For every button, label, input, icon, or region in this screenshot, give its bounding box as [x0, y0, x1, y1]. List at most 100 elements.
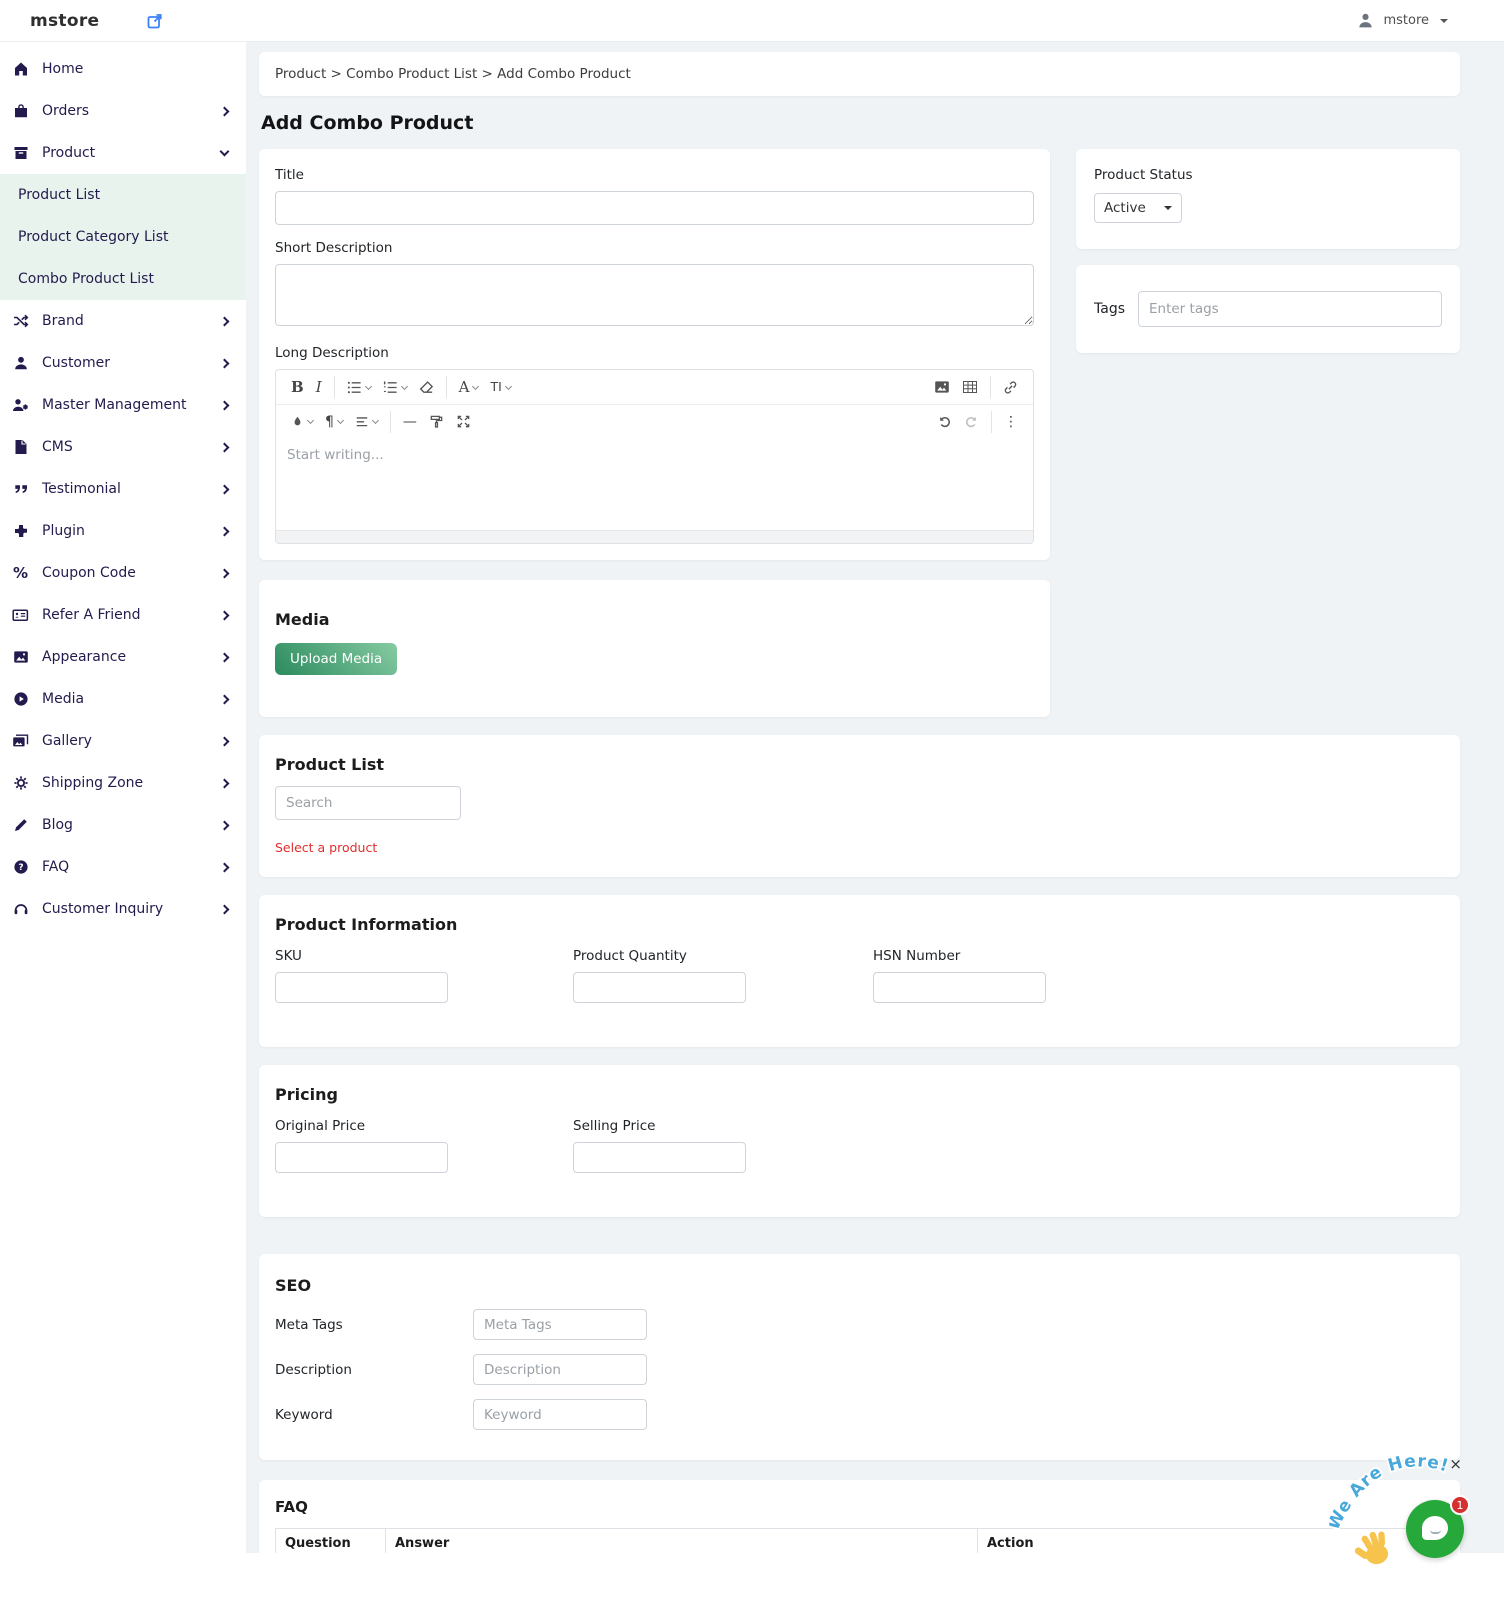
sidebar-item-master-management[interactable]: Master Management: [0, 384, 246, 426]
chat-launcher-button[interactable]: 1: [1406, 1500, 1464, 1558]
eraser-button[interactable]: [413, 376, 440, 399]
upload-media-button[interactable]: Upload Media: [275, 643, 397, 675]
original-price-input[interactable]: [275, 1142, 448, 1173]
short-description-textarea[interactable]: [275, 264, 1034, 326]
user-icon: [1357, 12, 1374, 29]
redo-button[interactable]: [958, 410, 985, 433]
sidebar-item-cms[interactable]: CMS: [0, 426, 246, 468]
pencil-icon: [12, 817, 29, 834]
horizontal-rule-button[interactable]: —: [397, 411, 423, 433]
insert-link-button[interactable]: [997, 376, 1024, 399]
question-circle-icon: ?: [12, 859, 29, 876]
sidebar-item-gallery[interactable]: Gallery: [0, 720, 246, 762]
chevron-down-icon: [472, 382, 479, 389]
plugin-puzzle-icon: [12, 523, 29, 540]
chevron-right-icon: [220, 106, 230, 116]
sidebar-item-appearance[interactable]: Appearance: [0, 636, 246, 678]
percent-icon: %: [12, 565, 29, 582]
sidebar-item-product-category-list[interactable]: Product Category List: [0, 216, 246, 258]
user-menu[interactable]: mstore: [1357, 12, 1448, 29]
meta-tags-input[interactable]: [473, 1309, 647, 1340]
sidebar-item-combo-product-list[interactable]: Combo Product List: [0, 258, 246, 300]
text-color-droplet-button[interactable]: [285, 411, 319, 433]
testimonial-quote-icon: [12, 481, 29, 498]
long-description-label: Long Description: [275, 345, 1034, 361]
italic-button[interactable]: I: [310, 376, 328, 399]
sidebar-item-testimonial[interactable]: Testimonial: [0, 468, 246, 510]
faq-table: Question Answer Action: [275, 1528, 1444, 1553]
keyword-label: Keyword: [275, 1407, 473, 1423]
chevron-down-icon: [365, 382, 372, 389]
product-search-input[interactable]: [275, 786, 461, 820]
chat-bubble-icon: [1430, 1530, 1441, 1534]
undo-button[interactable]: [931, 410, 958, 433]
product-submenu: Product List Product Category List Combo…: [0, 174, 246, 300]
keyword-input[interactable]: [473, 1399, 647, 1430]
chevron-right-icon: [220, 358, 230, 368]
chevron-right-icon: [220, 694, 230, 704]
format-painter-button[interactable]: [423, 410, 450, 433]
paragraph-style-button[interactable]: ¶: [319, 411, 349, 433]
sidebar-item-shipping-zone[interactable]: Shipping Zone: [0, 762, 246, 804]
long-description-editor-body[interactable]: Start writing...: [276, 438, 1033, 530]
sku-input[interactable]: [275, 972, 448, 1003]
waving-hand-icon: [1350, 1526, 1398, 1571]
insert-image-button[interactable]: [928, 375, 956, 399]
sidebar-item-blog[interactable]: Blog: [0, 804, 246, 846]
chat-close-icon[interactable]: ×: [1449, 1457, 1462, 1472]
sidebar-item-home[interactable]: Home: [0, 48, 246, 90]
chevron-down-icon: [505, 382, 512, 389]
brand-shuffle-icon: [12, 313, 29, 330]
image-icon: [12, 649, 29, 666]
sidebar-item-product-list[interactable]: Product List: [0, 174, 246, 216]
product-quantity-input[interactable]: [573, 972, 746, 1003]
sidebar-item-customer[interactable]: Customer: [0, 342, 246, 384]
tags-card: Tags: [1076, 265, 1460, 353]
svg-text:?: ?: [18, 863, 23, 873]
insert-table-button[interactable]: [956, 375, 984, 399]
bullet-list-button[interactable]: [341, 376, 377, 399]
sidebar-item-media[interactable]: Media: [0, 678, 246, 720]
chevron-right-icon: [220, 610, 230, 620]
hsn-number-input[interactable]: [873, 972, 1046, 1003]
title-label: Title: [275, 167, 1034, 183]
sidebar-item-plugin[interactable]: Plugin: [0, 510, 246, 552]
bold-button[interactable]: B: [285, 376, 310, 399]
chevron-right-icon: [220, 904, 230, 914]
more-options-button[interactable]: ⋮: [998, 411, 1024, 433]
chevron-right-icon: [220, 820, 230, 830]
sidebar-item-orders[interactable]: Orders: [0, 90, 246, 132]
sidebar-item-product[interactable]: Product: [0, 132, 246, 174]
chevron-down-icon: [1440, 19, 1448, 23]
chevron-down-icon: [337, 417, 344, 424]
chevron-right-icon: [220, 568, 230, 578]
seo-description-label: Description: [275, 1362, 473, 1378]
chevron-right-icon: [220, 526, 230, 536]
font-color-button[interactable]: A: [453, 376, 485, 399]
chevron-right-icon: [220, 862, 230, 872]
orders-bag-icon: [12, 103, 29, 120]
seo-description-input[interactable]: [473, 1354, 647, 1385]
sidebar-item-refer-a-friend[interactable]: Refer A Friend: [0, 594, 246, 636]
fullscreen-button[interactable]: [450, 410, 477, 433]
font-size-button[interactable]: TI: [484, 377, 516, 398]
sidebar-item-brand[interactable]: Brand: [0, 300, 246, 342]
align-button[interactable]: [349, 411, 384, 433]
selling-price-input[interactable]: [573, 1142, 746, 1173]
page-title: Add Combo Product: [261, 112, 1460, 134]
title-input[interactable]: [275, 191, 1034, 225]
ordered-list-button[interactable]: [377, 376, 413, 399]
cms-file-icon: [12, 439, 29, 456]
rich-text-editor: B I A TI: [275, 369, 1034, 544]
home-icon: [12, 61, 29, 78]
external-link-icon[interactable]: [147, 13, 163, 29]
product-status-select[interactable]: Active: [1094, 193, 1182, 223]
chevron-down-icon: [1164, 206, 1172, 210]
sidebar-item-customer-inquiry[interactable]: Customer Inquiry: [0, 888, 246, 930]
sidebar-item-faq[interactable]: ? FAQ: [0, 846, 246, 888]
tags-input[interactable]: [1138, 291, 1442, 327]
product-information-heading: Product Information: [275, 915, 1444, 934]
sidebar-item-coupon-code[interactable]: % Coupon Code: [0, 552, 246, 594]
pricing-heading: Pricing: [275, 1085, 1444, 1104]
chevron-down-icon: [372, 417, 379, 424]
